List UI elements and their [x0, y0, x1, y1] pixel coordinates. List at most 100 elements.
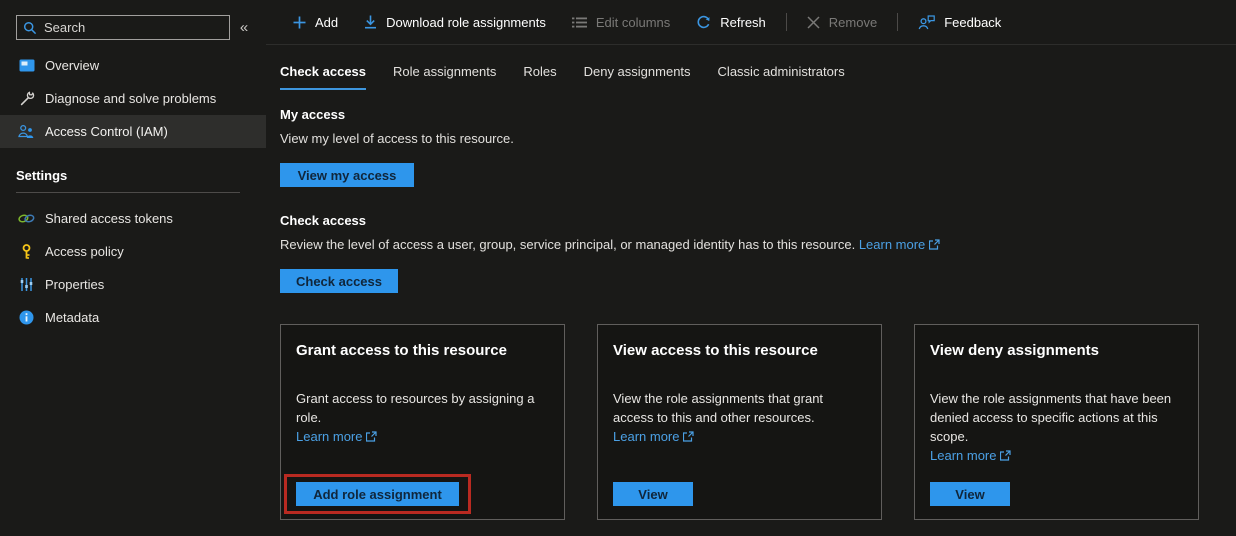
access-cards: Grant access to this resource Grant acce… [280, 324, 1236, 520]
card-title: View deny assignments [930, 342, 1183, 359]
key-icon [18, 243, 35, 260]
sidebar-item-label: Access Control (IAM) [45, 124, 168, 139]
external-link-icon [929, 239, 940, 250]
tab-bar: Check access Role assignments Roles Deny… [266, 45, 1236, 90]
learn-more-label: Learn more [859, 237, 925, 252]
tab-roles[interactable]: Roles [523, 64, 556, 90]
check-access-section: Check access Review the level of access … [280, 213, 1236, 293]
external-link-icon [1000, 450, 1011, 461]
check-access-title: Check access [280, 213, 1236, 228]
external-link-icon [683, 431, 694, 442]
my-access-title: My access [280, 107, 1236, 122]
view-deny-learn-more-link[interactable]: Learn more [930, 448, 1011, 463]
remove-label: Remove [829, 15, 877, 30]
card-description: View the role assignments that grant acc… [613, 389, 866, 427]
tab-content: My access View my level of access to thi… [266, 90, 1236, 520]
collapse-sidebar-button[interactable]: « [230, 19, 258, 36]
command-bar: Add Download role assignments Edit colum… [266, 0, 1236, 45]
card-footer: View [930, 482, 1183, 506]
card-title: View access to this resource [613, 342, 866, 359]
tab-check-access[interactable]: Check access [280, 64, 366, 90]
card-link-row: Learn more [613, 427, 866, 446]
sidebar-item-shared-access-tokens[interactable]: Shared access tokens [0, 202, 266, 235]
settings-divider [16, 192, 240, 193]
search-box[interactable] [16, 15, 230, 40]
card-footer: View [613, 482, 866, 506]
search-icon [23, 21, 37, 35]
my-access-description: View my level of access to this resource… [280, 131, 1236, 146]
toolbar-separator [786, 13, 787, 31]
sidebar-item-overview[interactable]: Overview [0, 49, 266, 82]
view-access-learn-more-link[interactable]: Learn more [613, 429, 694, 444]
view-deny-assignments-button[interactable]: View [930, 482, 1010, 506]
view-access-card: View access to this resource View the ro… [597, 324, 882, 520]
red-highlight-annotation: Add role assignment [284, 474, 471, 514]
search-input[interactable] [44, 20, 223, 35]
link-icon [18, 210, 35, 227]
sidebar-item-label: Shared access tokens [45, 211, 173, 226]
sidebar-nav: Overview Diagnose and solve problems Acc… [0, 49, 266, 148]
sidebar-search-row: « [0, 15, 266, 40]
sidebar-item-access-policy[interactable]: Access policy [0, 235, 266, 268]
download-icon [364, 15, 377, 29]
card-description: View the role assignments that have been… [930, 389, 1183, 446]
add-label: Add [315, 15, 338, 30]
sidebar-item-label: Metadata [45, 310, 99, 325]
edit-columns-icon [572, 17, 587, 28]
remove-button[interactable]: Remove [797, 7, 887, 37]
check-access-button[interactable]: Check access [280, 269, 398, 293]
learn-more-label: Learn more [930, 448, 996, 463]
learn-more-label: Learn more [613, 429, 679, 444]
remove-icon [807, 16, 820, 29]
download-label: Download role assignments [386, 15, 546, 30]
feedback-button[interactable]: Feedback [908, 7, 1011, 37]
feedback-icon [918, 15, 935, 30]
refresh-icon [696, 15, 711, 30]
toolbar-separator [897, 13, 898, 31]
card-title: Grant access to this resource [296, 342, 549, 359]
sidebar-item-label: Diagnose and solve problems [45, 91, 216, 106]
grant-access-card: Grant access to this resource Grant acce… [280, 324, 565, 520]
sidebar: « Overview Diagnose and solve problems A… [0, 0, 266, 536]
add-role-assignment-button[interactable]: Add role assignment [296, 482, 459, 506]
tab-deny-assignments[interactable]: Deny assignments [584, 64, 691, 90]
card-footer: Add role assignment [296, 482, 549, 506]
sidebar-item-label: Overview [45, 58, 99, 73]
download-role-assignments-button[interactable]: Download role assignments [354, 7, 556, 37]
view-my-access-button[interactable]: View my access [280, 163, 414, 187]
learn-more-label: Learn more [296, 429, 362, 444]
check-access-description-text: Review the level of access a user, group… [280, 237, 855, 252]
check-access-learn-more-link[interactable]: Learn more [859, 237, 940, 252]
sidebar-item-label: Properties [45, 277, 104, 292]
tab-role-assignments[interactable]: Role assignments [393, 64, 496, 90]
external-link-icon [366, 431, 377, 442]
add-button[interactable]: Add [283, 7, 348, 37]
view-access-button[interactable]: View [613, 482, 693, 506]
main-panel: Add Download role assignments Edit colum… [266, 0, 1236, 536]
info-icon [18, 309, 35, 326]
add-icon [293, 16, 306, 29]
edit-columns-label: Edit columns [596, 15, 670, 30]
sidebar-settings-nav: Shared access tokens Access policy Prope… [0, 202, 266, 334]
refresh-label: Refresh [720, 15, 766, 30]
my-access-section: My access View my level of access to thi… [280, 107, 1236, 213]
grant-access-learn-more-link[interactable]: Learn more [296, 429, 377, 444]
edit-columns-button[interactable]: Edit columns [562, 7, 680, 37]
card-link-row: Learn more [930, 446, 1183, 465]
sliders-icon [18, 276, 35, 293]
tab-classic-administrators[interactable]: Classic administrators [718, 64, 845, 90]
sidebar-item-metadata[interactable]: Metadata [0, 301, 266, 334]
wrench-icon [18, 90, 35, 107]
sidebar-item-properties[interactable]: Properties [0, 268, 266, 301]
overview-icon [18, 57, 35, 74]
sidebar-item-label: Access policy [45, 244, 124, 259]
settings-section-header: Settings [16, 168, 266, 183]
sidebar-item-access-control-iam[interactable]: Access Control (IAM) [0, 115, 266, 148]
refresh-button[interactable]: Refresh [686, 7, 776, 37]
check-access-description: Review the level of access a user, group… [280, 237, 1236, 252]
sidebar-item-diagnose[interactable]: Diagnose and solve problems [0, 82, 266, 115]
feedback-label: Feedback [944, 15, 1001, 30]
card-description: Grant access to resources by assigning a… [296, 389, 549, 427]
people-icon [18, 123, 35, 140]
view-deny-assignments-card: View deny assignments View the role assi… [914, 324, 1199, 520]
